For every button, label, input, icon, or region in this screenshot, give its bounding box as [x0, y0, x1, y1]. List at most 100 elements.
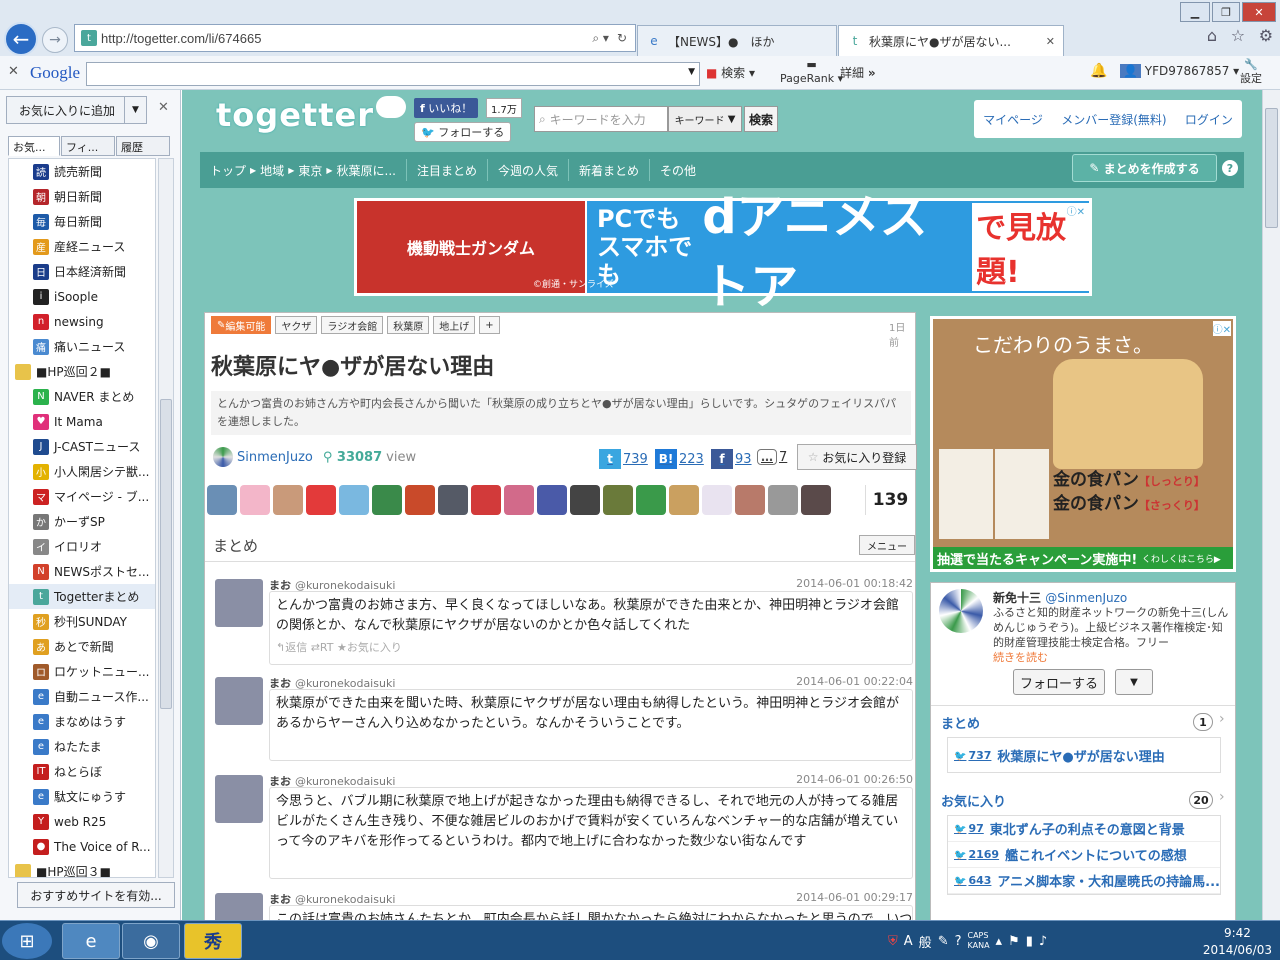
tweet-time[interactable]: 2014-06-01 00:29:17	[796, 891, 913, 904]
tweet-avatar[interactable]	[215, 677, 263, 725]
tag-radio-kaikan[interactable]: ラジオ会館	[321, 316, 384, 334]
search-type-select[interactable]: キーワード ▼	[668, 106, 742, 132]
close-toolbar-icon[interactable]: ✕	[8, 64, 19, 79]
minimize-icon[interactable]: ▁	[1180, 2, 1210, 22]
nav-region[interactable]: 地域	[256, 162, 288, 179]
favoriter-avatar[interactable]	[372, 485, 402, 515]
favoriter-avatar[interactable]	[207, 485, 237, 515]
facebook-share[interactable]: f 93	[711, 449, 752, 469]
matome-list-item[interactable]: 737 秋葉原にヤ●ザが居ない理由	[948, 738, 1220, 772]
favoriter-avatar[interactable]	[504, 485, 534, 515]
favoriter-avatar[interactable]	[636, 485, 666, 515]
favorite-item[interactable]: 産産経ニュース	[9, 234, 155, 259]
nav-top[interactable]: トップ	[200, 162, 250, 179]
favoriter-avatar[interactable]	[735, 485, 765, 515]
favorite-item[interactable]: t Togetterまとめ	[9, 584, 155, 609]
app-taskbar-icon[interactable]: 秀	[184, 923, 242, 959]
favoriter-avatar[interactable]	[339, 485, 369, 515]
favorite-item[interactable]: ママイページ - ブ...	[9, 484, 155, 509]
adchoices-icon[interactable]: ⓘ✕	[1212, 321, 1231, 336]
chevron-right-icon[interactable]: ›	[1219, 711, 1225, 727]
favoriter-avatar[interactable]	[768, 485, 798, 515]
favoriter-avatar[interactable]	[603, 485, 633, 515]
read-more-link[interactable]: 続きを読む	[993, 649, 1048, 665]
home-icon[interactable]: ⌂	[1207, 26, 1217, 52]
tweet-time[interactable]: 2014-06-01 00:26:50	[796, 773, 913, 786]
favorite-item[interactable]: 朝朝日新聞	[9, 184, 155, 209]
favorite-item[interactable]: N NAVER まとめ	[9, 384, 155, 409]
gear-icon[interactable]: ⚙	[1259, 26, 1273, 52]
hatena-share[interactable]: B! 223	[655, 449, 704, 469]
clock[interactable]: 9:42 2014/06/03	[1203, 925, 1272, 959]
start-button[interactable]: ⊞	[2, 923, 52, 959]
add-favorite-button[interactable]: ☆ お気に入り登録	[797, 444, 917, 470]
login-link[interactable]: ログイン	[1185, 111, 1233, 128]
favorite-item[interactable]: e ねたたま	[9, 734, 155, 759]
favorite-item[interactable]: 読読売新聞	[9, 159, 155, 184]
network-icon[interactable]: ▮	[1026, 934, 1033, 949]
tab-active[interactable]: t 秋葉原にヤ●ザが居ない... ✕	[838, 25, 1064, 56]
forward-button[interactable]: →	[42, 27, 68, 53]
favorite-item[interactable]: ♥ It Mama	[9, 409, 155, 434]
favoriter-avatar[interactable]	[240, 485, 270, 515]
tweet-avatar[interactable]	[215, 579, 263, 627]
ime-tools-icon[interactable]: ✎	[938, 934, 949, 949]
pagerank-button[interactable]: ▬ PageRank ▾	[780, 58, 843, 86]
address-bar[interactable]: t http://togetter.com/li/674665 ⌕ ▾ ↻	[74, 24, 636, 52]
fb-like-button[interactable]: f いいね！	[414, 98, 479, 118]
favorite-item[interactable]: Yweb R25	[9, 809, 155, 834]
google-account[interactable]: 👤 YFD97867857 ▾	[1120, 64, 1239, 78]
scroll-thumb[interactable]	[160, 399, 172, 709]
favoriter-avatar[interactable]	[702, 485, 732, 515]
favorite-item[interactable]: かかーずSP	[9, 509, 155, 534]
favorite-item[interactable]: ああとで新聞	[9, 634, 155, 659]
bread-ad[interactable]: こだわりのうまさ。 金の食パン【しっとり】 金の食パン【さっくり】 ⓘ✕ 抽選で…	[930, 316, 1236, 572]
fav-list-item[interactable]: 643 アニメ脚本家・大和屋暁氏の持論馬...	[948, 868, 1220, 894]
ime-mode[interactable]: 般	[919, 932, 932, 951]
detail-button[interactable]: 詳細 »	[840, 64, 876, 81]
twitter-share[interactable]: t 739	[599, 449, 648, 469]
profile-name[interactable]: 新免十三 @SinmenJuzo	[993, 589, 1127, 606]
favorite-item[interactable]: i iSoople	[9, 284, 155, 309]
profile-avatar[interactable]	[939, 589, 983, 633]
nav-tokyo[interactable]: 東京	[294, 162, 326, 179]
fav-list-item[interactable]: 97 東北ずん子の利点その意図と背景	[948, 816, 1220, 842]
google-search-input[interactable]: ▼	[86, 62, 700, 86]
help-icon[interactable]: ?	[955, 934, 962, 949]
back-button[interactable]: ←	[4, 22, 38, 56]
ad-banner[interactable]: 機動戦士ガンダム PCでも スマホでも dアニメストア で見放題! ©創通・サンラ…	[354, 189, 1092, 315]
tweet-time[interactable]: 2014-06-01 00:18:42	[796, 577, 913, 590]
close-sidebar-icon[interactable]: ✕	[158, 100, 169, 115]
tab-feeds[interactable]: フィ...	[61, 136, 115, 156]
nav-current[interactable]: 秋葉原に...	[333, 162, 406, 179]
chevron-right-icon[interactable]: ›	[1219, 789, 1225, 805]
favorites-star-icon[interactable]: ☆	[1231, 26, 1245, 52]
restore-icon[interactable]: ❐	[1212, 2, 1240, 22]
profile-fav-label[interactable]: お気に入り	[941, 791, 1006, 810]
twitter-follow-button[interactable]: 🐦 フォローする	[414, 122, 512, 142]
tag-akihabara[interactable]: 秋葉原	[387, 316, 430, 334]
favorite-item[interactable]: 痛痛いニュース	[9, 334, 155, 359]
site-search-button[interactable]: 検索	[744, 106, 778, 132]
favorite-item[interactable]: 小小人閑居シテ獣...	[9, 459, 155, 484]
bell-icon[interactable]: 🔔	[1090, 63, 1107, 79]
scroll-thumb[interactable]	[1265, 108, 1278, 228]
security-icon[interactable]: ⛨	[888, 934, 898, 949]
favorites-folder[interactable]: ■HP巡回３■	[9, 859, 155, 877]
favoriter-avatar[interactable]	[438, 485, 468, 515]
tag-editable[interactable]: ✎ 編集可能	[211, 316, 272, 334]
tweet-avatar[interactable]	[215, 775, 263, 823]
create-matome-button[interactable]: ✎ まとめを作成する	[1072, 154, 1217, 182]
favorite-item[interactable]: 秒秒刊SUNDAY	[9, 609, 155, 634]
page-scrollbar[interactable]	[1262, 90, 1280, 920]
tweet-time[interactable]: 2014-06-01 00:22:04	[796, 675, 913, 688]
tab-favorites[interactable]: お気...	[8, 136, 60, 156]
volume-icon[interactable]: ♪	[1039, 934, 1047, 949]
favorite-item[interactable]: e 自動ニュース作...	[9, 684, 155, 709]
ime-input-mode[interactable]: A	[904, 934, 913, 949]
favoriter-avatar[interactable]	[801, 485, 831, 515]
nav-featured[interactable]: 注目まとめ	[407, 162, 487, 179]
tab-news[interactable]: e 【NEWS】● ほか	[637, 25, 837, 56]
author-link[interactable]: SinmenJuzo	[237, 450, 313, 465]
favorite-item[interactable]: 日日本経済新聞	[9, 259, 155, 284]
